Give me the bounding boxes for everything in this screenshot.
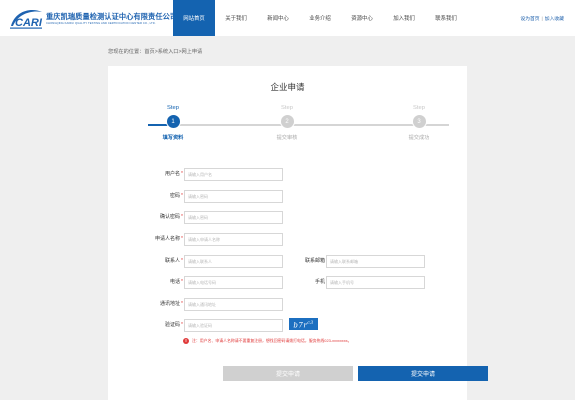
contact-input[interactable] <box>184 255 283 268</box>
svg-text:CARI: CARI <box>15 17 43 29</box>
address-row: 通讯地址* <box>108 298 183 311</box>
site-logo[interactable]: CARI 重庆凯瑞质量检测认证中心有限责任公司 CHONGQING KAIRUI… <box>9 8 178 30</box>
applicant-label: 申请人名称* <box>155 236 183 242</box>
step-2-word: Step <box>281 105 293 111</box>
set-homepage-link[interactable]: 设为首页 <box>520 17 539 22</box>
nav-item-resources[interactable]: 资源中心 <box>341 0 383 36</box>
step-3-label: 提交成功 <box>408 135 430 141</box>
step-3-word: Step <box>413 105 425 111</box>
application-panel: 企业申请 Step 1 填写资料 Step 2 提交审核 Step 3 提交成功… <box>108 66 488 400</box>
email-label: 联系邮箱 <box>304 258 325 264</box>
verify-label: 验证码* <box>165 322 183 328</box>
applicant-row: 申请人名称* <box>108 233 183 246</box>
phone-row: 电话* <box>108 276 183 289</box>
required-mark: * <box>181 258 183 264</box>
logo-company-name-en: CHONGQING KAIRUI QUALITY TESTING AND CER… <box>46 22 156 25</box>
phone-input[interactable] <box>184 276 283 289</box>
phone-label: 电话* <box>170 279 183 285</box>
username-input[interactable] <box>184 168 283 181</box>
page-title: 企业申请 <box>270 82 305 92</box>
username-row: 用户名* <box>108 168 183 181</box>
verify-row: 验证码* <box>108 319 183 332</box>
nav-item-about[interactable]: 关于我们 <box>215 0 257 36</box>
password-row: 密码* <box>108 190 183 203</box>
main-nav: 网站首页 关于我们 新闻中心 业务介绍 资源中心 加入我们 联系我们 <box>173 0 467 36</box>
mobile-input[interactable] <box>326 276 425 289</box>
warning-icon: ! <box>183 338 189 344</box>
step-1-number: 1 <box>165 114 181 129</box>
nav-item-business[interactable]: 业务介绍 <box>299 0 341 36</box>
logo-mark-icon: CARI <box>10 9 43 29</box>
note-text: 注：用户名、申请人名称请不要重复注册，想找回密码请拨打电话，服务热线023-xx… <box>192 338 352 344</box>
confirm-password-row: 确认密码* <box>108 211 183 224</box>
required-mark: * <box>181 322 183 328</box>
step-1-label: 填写资料 <box>162 135 184 141</box>
submit-button[interactable]: 提交申请 <box>358 366 488 381</box>
site-header: CARI 重庆凯瑞质量检测认证中心有限责任公司 CHONGQING KAIRUI… <box>0 0 575 36</box>
address-input[interactable] <box>184 298 283 311</box>
step-2: Step 2 提交审核 <box>257 104 317 141</box>
mobile-row: 手机 <box>283 276 325 289</box>
required-mark: * <box>181 193 183 199</box>
breadcrumb: 您现在的位置：首页>系统入口>网上申请 <box>108 49 203 55</box>
mobile-label: 手机 <box>314 279 325 285</box>
address-label: 通讯地址* <box>160 301 183 307</box>
step-3: Step 3 提交成功 <box>389 104 449 141</box>
step-3-number: 3 <box>411 114 427 129</box>
required-mark: * <box>181 301 183 307</box>
step-2-number: 2 <box>279 114 295 129</box>
required-mark: * <box>181 171 183 177</box>
nav-item-join[interactable]: 加入我们 <box>383 0 425 36</box>
captcha-image[interactable]: b7rc3 <box>289 318 318 330</box>
submit-button-disabled[interactable]: 提交申请 <box>223 366 353 381</box>
email-row: 联系邮箱 <box>283 255 325 268</box>
step-1-word: Step <box>167 105 179 111</box>
required-mark: * <box>181 214 183 220</box>
required-mark: * <box>181 279 183 285</box>
nav-item-news[interactable]: 新闻中心 <box>257 0 299 36</box>
logo-company-name: 重庆凯瑞质量检测认证中心有限责任公司 <box>46 12 178 21</box>
top-links-separator: | <box>541 17 543 22</box>
contact-row: 联系人* <box>108 255 183 268</box>
top-links: 设为首页 | 加入收藏 <box>520 15 564 22</box>
password-label: 密码* <box>170 193 183 199</box>
contact-label: 联系人* <box>165 258 183 264</box>
required-mark: * <box>181 236 183 242</box>
applicant-input[interactable] <box>184 233 283 246</box>
registration-note: ! 注：用户名、申请人名称请不要重复注册，想找回密码请拨打电话，服务热线023-x… <box>183 338 352 344</box>
step-2-label: 提交审核 <box>276 135 298 141</box>
nav-item-contact[interactable]: 联系我们 <box>425 0 467 36</box>
verify-code-input[interactable] <box>184 319 283 332</box>
email-input[interactable] <box>326 255 425 268</box>
confirm-password-label: 确认密码* <box>160 214 183 220</box>
nav-item-home[interactable]: 网站首页 <box>173 0 215 36</box>
add-favorite-link[interactable]: 加入收藏 <box>545 17 564 22</box>
step-progress: Step 1 填写资料 Step 2 提交审核 Step 3 提交成功 <box>108 104 467 154</box>
confirm-password-input[interactable] <box>184 211 283 224</box>
username-label: 用户名* <box>165 171 183 177</box>
password-input[interactable] <box>184 190 283 203</box>
step-1: Step 1 填写资料 <box>143 104 203 141</box>
